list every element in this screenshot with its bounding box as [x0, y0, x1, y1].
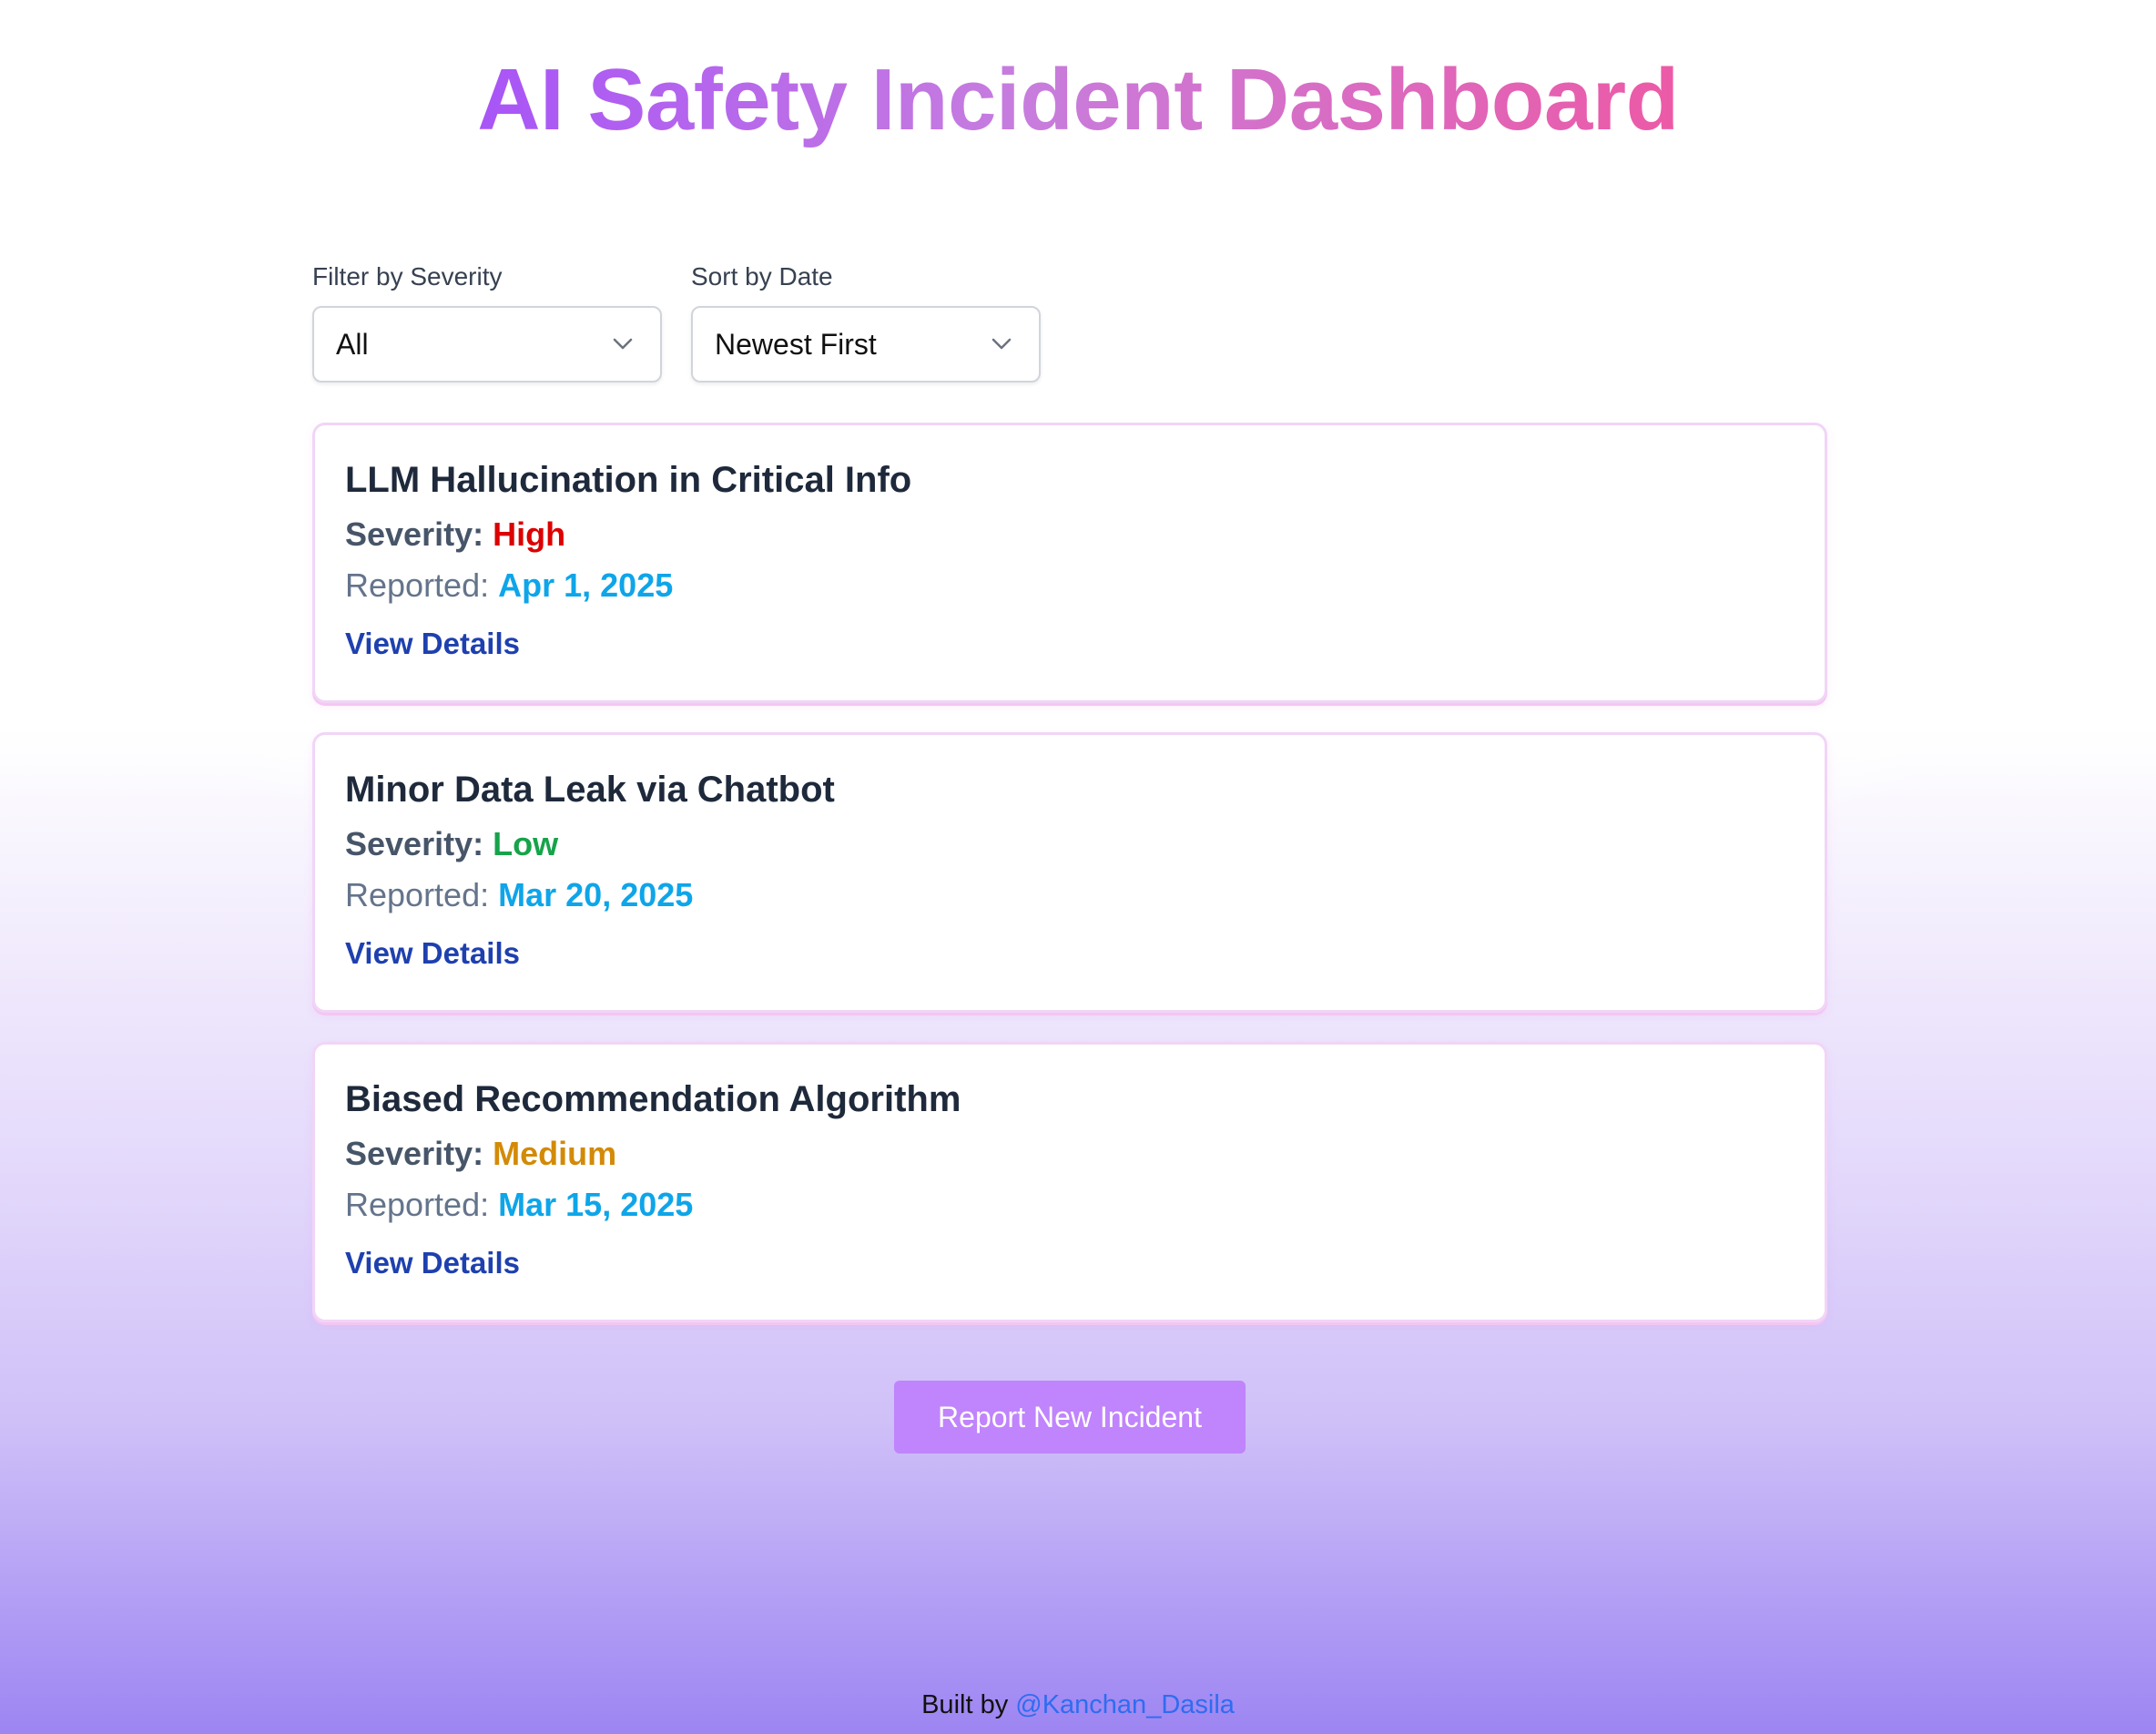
view-details-link[interactable]: View Details — [345, 1245, 520, 1281]
severity-value: High — [493, 515, 566, 553]
severity-value: Low — [493, 825, 559, 862]
page-title-text: AI Safety Incident Dashboard — [477, 51, 1679, 148]
view-details-link[interactable]: View Details — [345, 626, 520, 662]
sort-select[interactable]: Newest First — [691, 306, 1041, 382]
chevron-down-icon — [990, 332, 1013, 356]
incident-title: Minor Data Leak via Chatbot — [345, 770, 835, 810]
view-details-link[interactable]: View Details — [345, 935, 520, 972]
report-new-incident-button[interactable]: Report New Incident — [894, 1381, 1246, 1454]
incident-card: Biased Recommendation Algorithm Severity… — [312, 1042, 1827, 1322]
reported-label: Reported: — [345, 876, 490, 913]
reported-label: Reported: — [345, 1186, 490, 1223]
sort-filter-label: Sort by Date — [691, 262, 833, 291]
reported-date: Mar 20, 2025 — [498, 876, 694, 913]
severity-filter-label: Filter by Severity — [312, 262, 503, 291]
sort-select-value: Newest First — [715, 327, 877, 361]
severity-label: Severity: — [345, 825, 484, 862]
incident-card: Minor Data Leak via Chatbot Severity: Lo… — [312, 732, 1827, 1013]
incident-severity: Severity: Low — [345, 824, 1825, 864]
incident-reported: Reported: Mar 15, 2025 — [345, 1185, 1825, 1225]
severity-filter: Filter by Severity All — [312, 260, 662, 382]
page-title: AI Safety Incident Dashboard — [0, 46, 2156, 155]
incident-severity: Severity: Medium — [345, 1134, 1825, 1174]
incident-reported: Reported: Apr 1, 2025 — [345, 566, 1825, 606]
footer: Built by @Kanchan_Dasila — [0, 1687, 2156, 1723]
footer-prefix: Built by — [921, 1690, 1009, 1719]
incident-severity: Severity: High — [345, 515, 1825, 555]
incident-reported: Reported: Mar 20, 2025 — [345, 875, 1825, 915]
reported-date: Mar 15, 2025 — [498, 1186, 694, 1223]
author-link[interactable]: @Kanchan_Dasila — [1015, 1690, 1235, 1719]
incident-title: Biased Recommendation Algorithm — [345, 1079, 961, 1119]
incident-list: LLM Hallucination in Critical Info Sever… — [312, 423, 1827, 1352]
incident-card: LLM Hallucination in Critical Info Sever… — [312, 423, 1827, 703]
reported-label: Reported: — [345, 566, 490, 604]
incident-title: LLM Hallucination in Critical Info — [345, 460, 912, 500]
filter-controls: Filter by Severity All Sort by Date Newe… — [312, 260, 1041, 382]
severity-label: Severity: — [345, 515, 484, 553]
severity-label: Severity: — [345, 1135, 484, 1172]
severity-value: Medium — [493, 1135, 617, 1172]
chevron-down-icon — [611, 332, 635, 356]
reported-date: Apr 1, 2025 — [498, 566, 674, 604]
sort-filter: Sort by Date Newest First — [691, 260, 1041, 382]
severity-select-value: All — [336, 327, 369, 361]
severity-select[interactable]: All — [312, 306, 662, 382]
